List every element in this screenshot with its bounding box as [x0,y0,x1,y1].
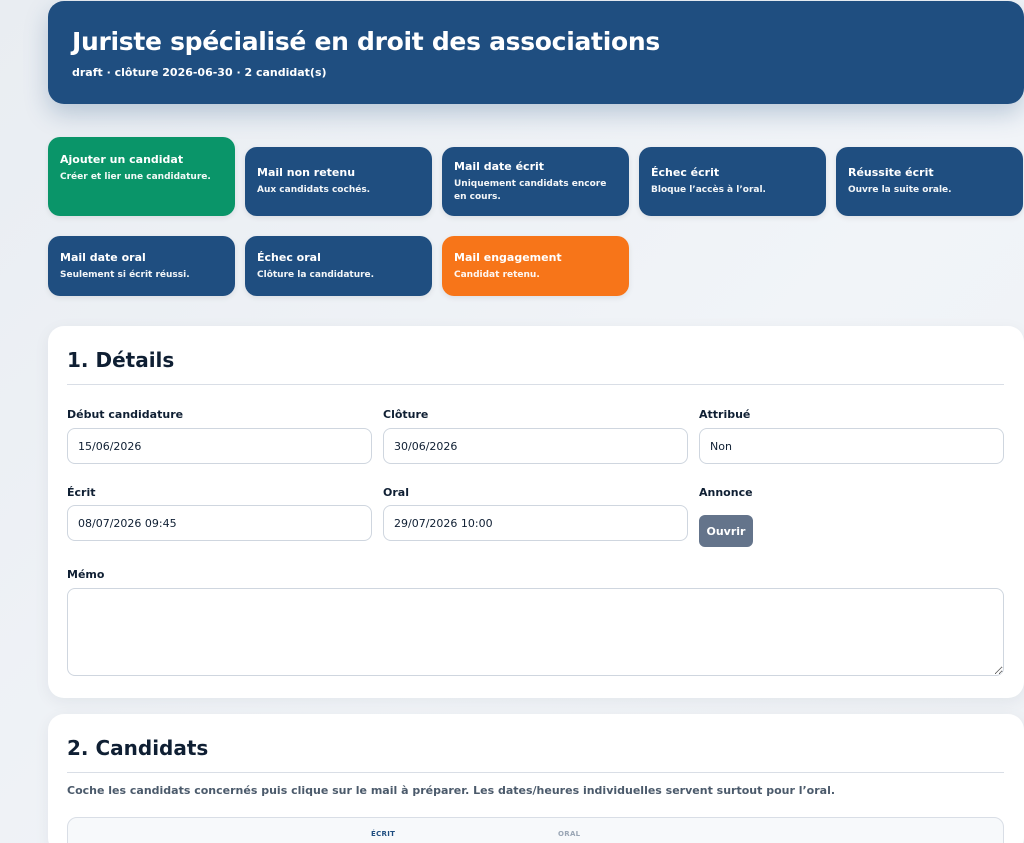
action-title: Mail date écrit [454,159,545,173]
written-exam-input[interactable] [67,505,372,541]
assigned-label: Attribué [699,408,751,421]
action-title: Mail non retenu [257,166,356,179]
announcement-label: Annonce [699,486,753,499]
candidates-description: Coche les candidats concernés puis cliqu… [67,784,836,797]
action-title: Réussite écrit [848,166,934,179]
action-desc: Candidat retenu. [454,269,540,280]
action-desc: Clôture la candidature. [257,269,375,280]
action-title: Mail engagement [454,250,562,264]
action-title: Mail date oral [60,250,146,264]
page: Juriste spécialisé en droit des associat… [0,0,1024,843]
closing-date-label: Clôture [383,408,429,421]
column-header-oral: ORAL [558,830,581,838]
memo-textarea[interactable] [67,588,1004,676]
memo-label: Mémo [67,568,105,581]
oral-exam-label: Oral [383,486,409,499]
mail-engagement-button[interactable]: Mail engagement Candidat retenu. [442,236,629,296]
open-announcement-button[interactable]: Ouvrir [699,515,753,547]
written-exam-label: Écrit [67,486,96,499]
start-date-label: Début candidature [67,408,184,421]
action-desc: Bloque l’accès à l’oral. [651,185,766,195]
assigned-input[interactable] [699,428,1004,464]
add-candidate-button[interactable]: Ajouter un candidat Créer et lier une ca… [48,137,235,216]
details-title: 1. Détails [67,348,175,372]
action-desc: Ouvre la suite orale. [848,185,952,195]
job-header: Juriste spécialisé en droit des associat… [48,1,1024,104]
action-desc: Aux candidats cochés. [257,185,371,195]
divider [67,384,1004,385]
action-title: Échec oral [257,250,321,264]
action-title: Échec écrit [651,166,720,179]
page-title: Juriste spécialisé en droit des associat… [72,27,660,56]
candidates-title: 2. Candidats [67,736,209,760]
action-desc: Uniquement candidats encore en cours. [454,178,607,202]
candidates-panel: 2. Candidats Coche les candidats concern… [48,714,1024,843]
oral-exam-input[interactable] [383,505,688,541]
mail-rejection-button[interactable]: Mail non retenu Aux candidats cochés. [245,147,432,216]
action-desc: Créer et lier une candidature. [60,172,211,182]
details-panel: 1. Détails Début candidature Clôture Att… [48,326,1024,698]
action-title: Ajouter un candidat [60,153,184,166]
mail-written-date-button[interactable]: Mail date écrit Uniquement candidats enc… [442,147,629,216]
written-success-button[interactable]: Réussite écrit Ouvre la suite orale. [836,147,1023,216]
candidates-table: ÉCRIT ORAL [67,817,1004,843]
mail-oral-date-button[interactable]: Mail date oral Seulement si écrit réussi… [48,236,235,296]
oral-fail-button[interactable]: Échec oral Clôture la candidature. [245,236,432,296]
closing-date-input[interactable] [383,428,688,464]
divider [67,772,1004,773]
start-date-input[interactable] [67,428,372,464]
column-header-written: ÉCRIT [371,830,396,838]
action-desc: Seulement si écrit réussi. [60,269,190,280]
page-subtitle: draft · clôture 2026-06-30 · 2 candidat(… [72,66,327,79]
written-fail-button[interactable]: Échec écrit Bloque l’accès à l’oral. [639,147,826,216]
